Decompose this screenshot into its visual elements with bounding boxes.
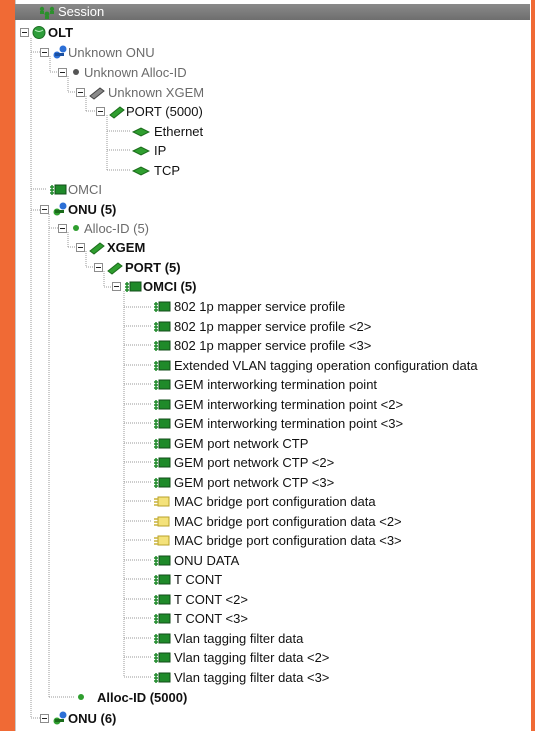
omci-entity-icon: [153, 553, 171, 568]
collapse-toggle[interactable]: [76, 88, 85, 97]
node-label: ONU DATA: [174, 553, 240, 568]
node-label: T CONT <3>: [174, 611, 248, 626]
node-label: Unknown ONU: [68, 45, 155, 60]
node-label: MAC bridge port configuration data <3>: [174, 533, 402, 548]
port-icon: [106, 260, 124, 275]
node-label: Extended VLAN tagging operation configur…: [174, 358, 478, 373]
node-label: MAC bridge port configuration data <2>: [174, 514, 402, 529]
omci-entity-icon: [153, 416, 171, 431]
collapse-toggle[interactable]: [96, 107, 105, 116]
omci-icon: [49, 182, 67, 197]
omci-entity-icon: [153, 631, 171, 646]
node-label: XGEM: [107, 240, 146, 255]
node-label: 802 1p mapper service profile <3>: [174, 338, 372, 353]
node-label: Alloc-ID (5): [84, 221, 150, 236]
mac-bridge-icon: [153, 533, 171, 548]
omci-entity-icon: [153, 397, 171, 412]
node-label: OLT: [48, 25, 74, 40]
node-label: T CONT: [174, 572, 223, 587]
collapse-toggle[interactable]: [58, 224, 67, 233]
node-label: GEM port network CTP: [174, 436, 309, 451]
node-label: PORT (5000): [126, 104, 203, 119]
omci-entity-icon: [153, 455, 171, 470]
omci-icon: [124, 279, 142, 294]
omci-entity-icon: [153, 319, 171, 334]
omci-entity-icon: [153, 436, 171, 451]
collapse-toggle[interactable]: [76, 243, 85, 252]
alloc-dot-icon: [76, 690, 94, 705]
collapse-toggle[interactable]: [94, 263, 103, 272]
node-label: GEM interworking termination point <3>: [174, 416, 404, 431]
collapse-toggle[interactable]: [40, 205, 49, 214]
node-label: OMCI (5): [143, 279, 197, 294]
node-label: GEM port network CTP <3>: [174, 475, 335, 490]
omci-entity-icon: [153, 592, 171, 607]
node-label: OMCI: [68, 182, 102, 197]
collapse-toggle[interactable]: [20, 28, 29, 37]
omci-entity-icon: [153, 338, 171, 353]
node-label: ONU (6): [68, 711, 117, 726]
node-label: GEM interworking termination point <2>: [174, 397, 404, 412]
omci-entity-icon: [153, 670, 171, 685]
node-label: Vlan tagging filter data <3>: [174, 670, 330, 685]
protocol-layer-icon: [131, 163, 151, 178]
node-label: GEM port network CTP <2>: [174, 455, 335, 470]
node-label: Vlan tagging filter data <2>: [174, 650, 330, 665]
omci-entity-icon: [153, 358, 171, 373]
protocol-layer-icon: [131, 143, 151, 158]
omci-entity-icon: [153, 377, 171, 392]
xgem-icon: [88, 85, 106, 100]
node-label: Ethernet: [154, 124, 204, 139]
node-label: 802 1p mapper service profile <2>: [174, 319, 372, 334]
omci-entity-icon: [153, 475, 171, 490]
omci-entity-icon: [153, 611, 171, 626]
node-label: PORT (5): [125, 260, 181, 275]
node-label: T CONT <2>: [174, 592, 248, 607]
collapse-toggle[interactable]: [40, 714, 49, 723]
collapse-toggle[interactable]: [40, 48, 49, 57]
node-label: 802 1p mapper service profile: [174, 299, 346, 314]
node-label: Vlan tagging filter data: [174, 631, 304, 646]
mac-bridge-icon: [153, 514, 171, 529]
protocol-layer-icon: [131, 124, 151, 139]
node-label: Unknown XGEM: [108, 85, 205, 100]
mac-bridge-icon: [153, 494, 171, 509]
omci-entity-icon: [153, 572, 171, 587]
node-label: ONU (5): [68, 202, 117, 217]
xgem-icon: [88, 240, 106, 255]
omci-entity-icon: [153, 299, 171, 314]
omci-entity-icon: [153, 650, 171, 665]
collapse-toggle[interactable]: [112, 282, 121, 291]
node-label: TCP: [154, 163, 180, 178]
node-label: Alloc-ID (5000): [97, 690, 188, 705]
node-label: IP: [154, 143, 167, 158]
node-label: MAC bridge port configuration data: [174, 494, 376, 509]
collapse-toggle[interactable]: [58, 68, 67, 77]
node-label: Unknown Alloc-ID: [84, 65, 187, 80]
port-icon: [108, 104, 126, 119]
node-label: GEM interworking termination point: [174, 377, 378, 392]
